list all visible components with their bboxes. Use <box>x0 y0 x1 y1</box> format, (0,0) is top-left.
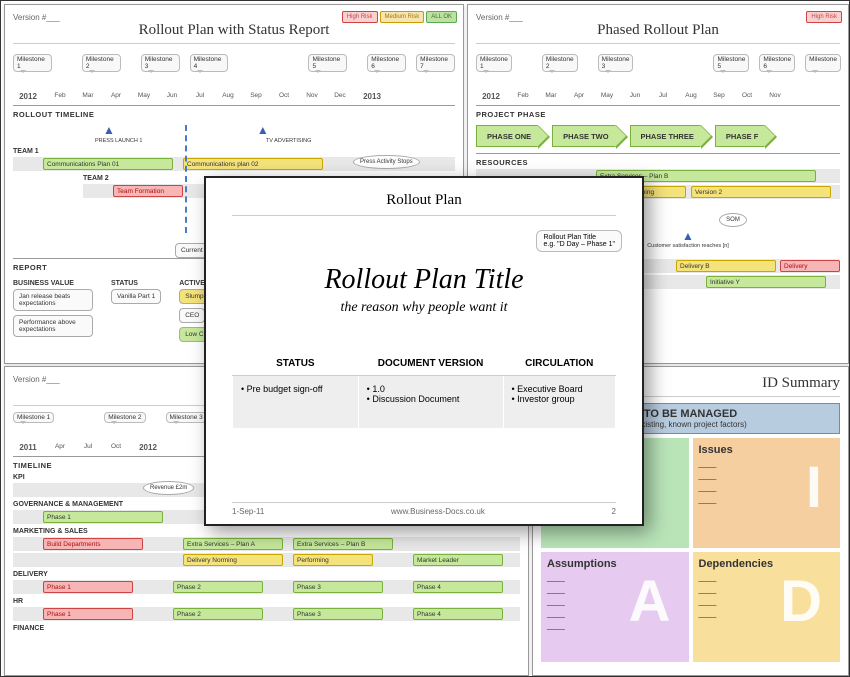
bar: Extra Services – Plan B <box>293 538 393 550</box>
th-docversion: DOCUMENT VERSION <box>358 352 503 376</box>
box: Jan release beats expectations <box>13 289 93 311</box>
milestone: Milestone 5 <box>713 54 749 72</box>
bar: Communications plan 02 <box>183 158 323 170</box>
month-axis: 2012 FebMarApr MayJunJul AugSepOct Nov <box>476 92 840 101</box>
lane: Communications Plan 01 Communications pl… <box>13 157 455 171</box>
letter-a: A <box>629 568 671 635</box>
team1-label: TEAM 1 <box>13 148 455 155</box>
lane: Phase 1 Phase 2 Phase 3 Phase 4 <box>13 607 520 621</box>
badge-high-risk: High Risk <box>806 11 842 23</box>
footer-date: 1-Sep-11 <box>232 507 264 516</box>
title: Phased Rollout Plan <box>476 22 840 44</box>
milestone: Milestone 3 <box>166 412 207 423</box>
phase-chevron: PHASE THREE <box>630 125 701 147</box>
lane: Delivery Norming Performing Market Leade… <box>13 553 520 567</box>
bar: Team Formation <box>113 185 183 197</box>
footer-url: www.Business-Docs.co.uk <box>391 507 485 516</box>
quad-dependencies: Dependencies ________________ D <box>693 552 841 662</box>
bar: Initiative Y <box>706 276 826 288</box>
oval: SOM <box>719 213 747 227</box>
bar: Communications Plan 01 <box>43 158 173 170</box>
triangle-icon: ▲ <box>682 229 694 243</box>
phase-chevron: PHASE F <box>715 125 766 147</box>
milestone: Milestone 6 <box>759 54 795 72</box>
bar: Delivery Norming <box>183 554 283 566</box>
td-docversion: 1.0Discussion Document <box>358 376 503 429</box>
lane: Build Departments Extra Services – Plan … <box>13 537 520 551</box>
milestone: Milestone 2 <box>104 412 145 423</box>
milestone: Milestone <box>805 54 841 72</box>
current-date-line <box>185 125 187 233</box>
section-ms: MARKETING & SALES <box>13 528 520 535</box>
bar: Version 2 <box>691 186 831 198</box>
td-circulation: Executive BoardInvestor group <box>503 376 616 429</box>
th-circulation: CIRCULATION <box>503 352 616 376</box>
badge-high-risk: High Risk <box>342 11 378 23</box>
main-title: Rollout Plan Title <box>232 264 616 296</box>
bar: Phase 1 <box>43 511 163 523</box>
letter-i: I <box>806 454 822 521</box>
lane: Phase 1 Phase 2 Phase 3 Phase 4 <box>13 580 520 594</box>
version-label: Version #___ <box>476 13 840 22</box>
bar: Performing <box>293 554 373 566</box>
section-timeline: ROLLOUT TIMELINE <box>13 105 455 119</box>
bar: Phase 1 <box>43 608 133 620</box>
card-footer: 1-Sep-11 www.Business-Docs.co.uk 2 <box>232 502 616 516</box>
info-table: STATUS DOCUMENT VERSION CIRCULATION Pre … <box>232 352 616 429</box>
bar: Phase 3 <box>293 608 383 620</box>
phase-chevron: PHASE TWO <box>552 125 615 147</box>
bar: Phase 4 <box>413 581 503 593</box>
td-status: Pre budget sign-off <box>233 376 359 429</box>
milestone: Milestone 2 <box>542 54 578 72</box>
milestone: Milestone 3 <box>598 54 634 72</box>
milestone: Milestone 6 <box>367 54 406 72</box>
section-resources: RESOURCES <box>476 153 840 167</box>
risk-badges: High Risk Medium Risk ALL OK <box>342 11 457 23</box>
bar: Phase 1 <box>43 581 133 593</box>
bar: Phase 3 <box>293 581 383 593</box>
badge-med-risk: Medium Risk <box>380 11 425 23</box>
bar: Phase 2 <box>173 608 263 620</box>
milestone: Milestone 5 <box>308 54 347 72</box>
milestone: Milestone 1 <box>13 54 52 72</box>
milestone: Milestone 2 <box>82 54 121 72</box>
milestone: Milestone 4 <box>190 54 229 72</box>
section-hr: HR <box>13 598 520 605</box>
bar: Extra Services – Plan A <box>183 538 283 550</box>
section-phase: PROJECT PHASE <box>476 105 840 119</box>
milestone: Milestone 1 <box>13 412 54 423</box>
bar: Build Departments <box>43 538 143 550</box>
letter-d: D <box>780 568 822 635</box>
oval: Revenue £2m <box>143 481 194 495</box>
box: CEO <box>179 308 205 323</box>
bar: Delivery <box>780 260 840 272</box>
triangle-icon: ▲ <box>103 123 115 137</box>
th-status: STATUS <box>233 352 359 376</box>
quad-assumptions: Assumptions ____________________ A <box>541 552 689 662</box>
bar: Delivery B <box>676 260 776 272</box>
triangle-icon: ▲ <box>257 123 269 137</box>
month-axis: 2012 FebMarApr MayJunJul AugSepOct NovDe… <box>13 92 455 101</box>
box: Performance above expectations <box>13 315 93 337</box>
milestone: Milestone 7 <box>416 54 455 72</box>
milestone: Milestone 1 <box>476 54 512 72</box>
bar: Phase 4 <box>413 608 503 620</box>
bar: Market Leader <box>413 554 503 566</box>
oval: Press Activity Stops <box>353 155 420 169</box>
title: Rollout Plan with Status Report <box>13 22 455 44</box>
section-delivery: DELIVERY <box>13 571 520 578</box>
center-title-card: Rollout Plan Rollout Plan Titlee.g. "D D… <box>204 176 644 526</box>
bar: Phase 2 <box>173 581 263 593</box>
card-heading: Rollout Plan <box>232 192 616 216</box>
box: Vanilla Part 1 <box>111 289 161 304</box>
badge-all-ok: ALL OK <box>426 11 457 23</box>
milestone: Milestone 3 <box>141 54 180 72</box>
phase-chevron: PHASE ONE <box>476 125 538 147</box>
section-finance: FINANCE <box>13 625 520 632</box>
callout: Rollout Plan Titlee.g. "D Day – Phase 1" <box>536 230 622 252</box>
footer-page: 2 <box>612 507 616 516</box>
quad-issues: Issues ________________ I <box>693 438 841 548</box>
subtitle: the reason why people want it <box>232 300 616 316</box>
